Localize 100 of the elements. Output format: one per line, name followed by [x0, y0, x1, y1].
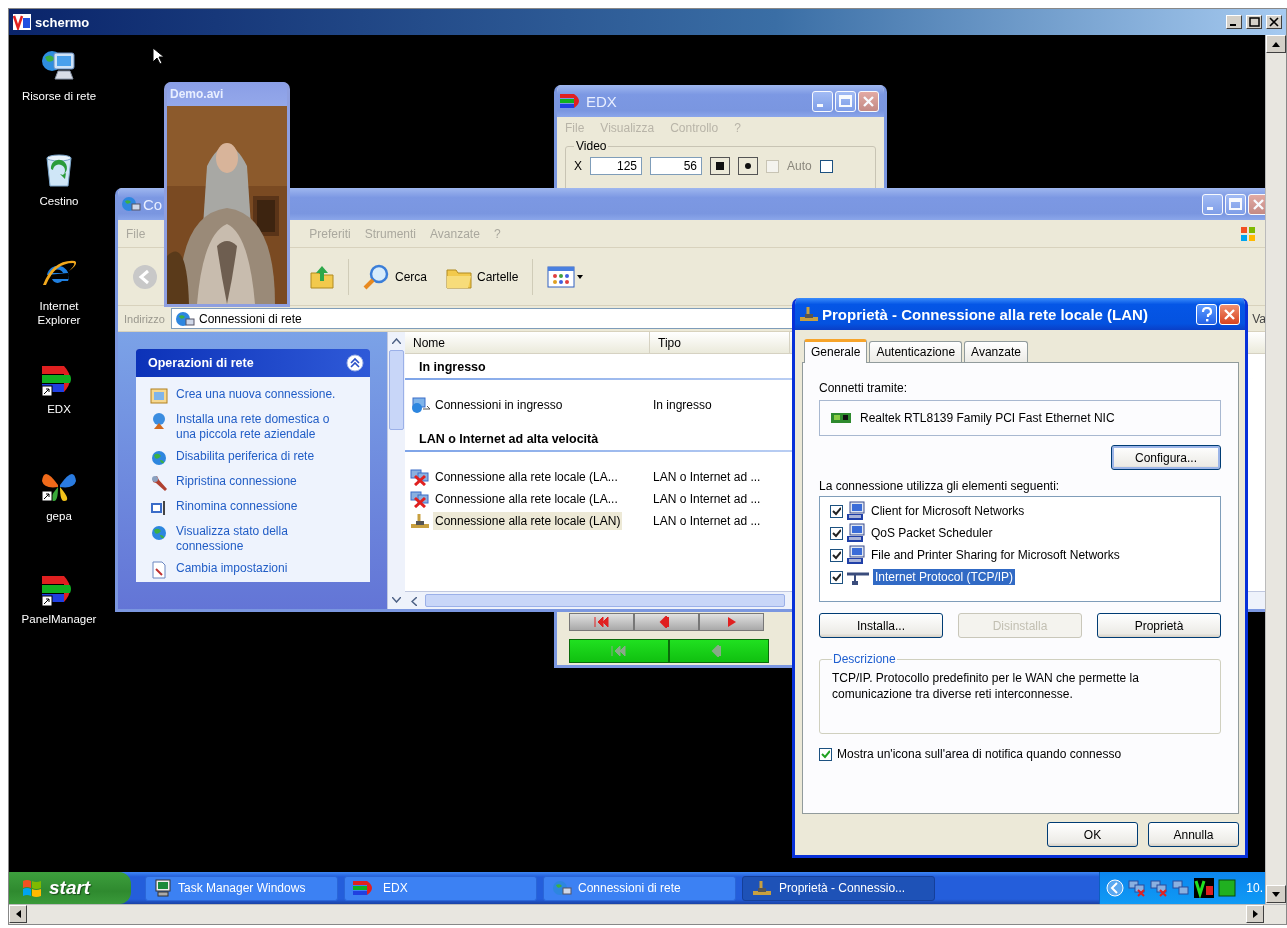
chevron-icon	[1106, 879, 1125, 897]
minimize-icon	[816, 103, 823, 107]
scroll-up-button[interactable]	[1266, 35, 1286, 53]
ok-button[interactable]: OK	[1047, 822, 1138, 847]
task-link[interactable]: Rinomina connessione	[176, 499, 346, 514]
scroll-right-button[interactable]	[1246, 905, 1264, 923]
panel-header: Operazioni di rete	[136, 349, 370, 377]
task-link[interactable]: Visualizza stato della connessione	[176, 524, 346, 554]
checkbox[interactable]	[819, 747, 832, 761]
start-button[interactable]: start	[9, 872, 131, 904]
media-button[interactable]	[699, 613, 764, 631]
desktop-icon-label[interactable]: gepa	[17, 509, 101, 523]
cancel-button[interactable]: Annulla	[1148, 822, 1239, 847]
list-item[interactable]: QoS Packet Scheduler	[869, 525, 995, 541]
table-cell-text: In ingresso	[652, 398, 712, 412]
recycle-bin-icon	[43, 152, 75, 188]
table-cell-text: LAN o Internet ad ...	[652, 470, 761, 484]
configure-button[interactable]: Configura...	[1111, 445, 1221, 470]
connection-item[interactable]: Connessione alla rete locale (LA...	[433, 468, 620, 486]
network-card-icon	[830, 411, 852, 425]
scrollbar-thumb[interactable]	[389, 350, 404, 430]
tab[interactable]: Generale	[804, 339, 868, 363]
network-globe-icon	[121, 195, 141, 213]
input-field[interactable]: 56	[650, 157, 702, 175]
network-globe-icon	[552, 879, 572, 897]
up-caret-icon	[1272, 41, 1280, 47]
list-item[interactable]: File and Printer Sharing for Microsoft Networks	[869, 547, 1122, 563]
tab[interactable]: Autenticazione	[869, 341, 963, 362]
check-icon	[821, 749, 830, 759]
maximize-button[interactable]	[1246, 15, 1262, 29]
action-button[interactable]: Installa...	[819, 613, 943, 638]
folders-button[interactable]: Cartelle	[441, 260, 523, 293]
window-title: Proprietà - Connessione alla rete locale (LAN)	[822, 305, 1149, 323]
dot-button[interactable]	[738, 157, 758, 175]
desktop-icon-label[interactable]: EDX	[17, 402, 101, 416]
wizard-icon	[150, 387, 168, 405]
list-item[interactable]: Internet Protocol (TCP/IP)	[873, 569, 1016, 585]
desktop-icon-label[interactable]: Cestino	[17, 194, 101, 208]
task-link[interactable]: Installa una rete domestica o una piccola rete aziendale	[176, 412, 346, 442]
desktop-icon-label[interactable]: Risorse di rete	[17, 89, 101, 103]
close-icon	[1268, 17, 1280, 27]
maximize-icon	[1248, 17, 1260, 27]
action-button[interactable]: Proprietà	[1097, 613, 1221, 638]
tab[interactable]: Avanzate	[964, 341, 1028, 362]
windows-flag-icon	[21, 878, 43, 898]
desktop-icon-label[interactable]: Internet Explorer	[17, 299, 101, 327]
search-icon	[363, 263, 391, 290]
window-title: schermo	[35, 14, 90, 30]
media-button[interactable]	[569, 613, 634, 631]
globe-icon	[150, 449, 168, 467]
task-link[interactable]: Ripristina connessione	[176, 474, 346, 489]
left-caret-icon	[15, 910, 21, 918]
checkbox[interactable]	[830, 570, 843, 584]
network-error-icon	[1150, 879, 1169, 897]
down-caret-icon	[392, 597, 401, 603]
scroll-down-button[interactable]	[1266, 885, 1286, 903]
taskbar-button[interactable]: EDX	[344, 875, 537, 901]
media-button[interactable]	[669, 639, 769, 663]
column-header[interactable]: Tipo	[650, 332, 790, 353]
description-text: TCP/IP. Protocollo predefinito per le WAN che permette la comunicazione tra diverse reti interconnesse.	[832, 670, 1140, 702]
minimize-button[interactable]	[1226, 15, 1242, 29]
monitor-icon	[154, 879, 172, 897]
task-link[interactable]: Cambia impostazioni	[176, 561, 346, 576]
network-cable-icon	[798, 305, 820, 323]
media-button[interactable]	[634, 613, 699, 631]
task-link[interactable]: Disabilita periferica di rete	[176, 449, 346, 464]
cursor-icon	[152, 47, 164, 65]
checkbox[interactable]	[830, 504, 843, 518]
connection-item[interactable]: Connessione alla rete locale (LA...	[433, 490, 620, 508]
taskbar-button[interactable]: Proprietà - Connessio...	[742, 875, 935, 901]
scrollbar-thumb[interactable]	[425, 594, 785, 607]
media-button[interactable]	[569, 639, 669, 663]
connection-item[interactable]: Connessione alla rete locale (LAN)	[433, 512, 623, 530]
minimize-icon	[1229, 24, 1236, 26]
input-field[interactable]: 125	[590, 157, 642, 175]
down-caret-icon	[1272, 891, 1280, 897]
ve-logo-icon	[13, 14, 31, 30]
taskbar-button[interactable]: Connessioni di rete	[543, 875, 736, 901]
close-button[interactable]	[1266, 15, 1282, 29]
network-cable-icon	[751, 879, 773, 897]
checkbox[interactable]	[819, 159, 833, 173]
network-icon	[1172, 879, 1191, 897]
rename-icon	[150, 499, 168, 517]
dot-icon	[745, 163, 751, 169]
checkbox[interactable]	[830, 548, 843, 562]
search-button[interactable]: Cerca	[359, 260, 431, 293]
minimize-icon	[1206, 206, 1213, 210]
list-item[interactable]: Client for Microsoft Networks	[869, 503, 1027, 519]
check-icon	[832, 528, 841, 538]
help-button[interactable]	[1196, 303, 1217, 325]
field-label: La connessione utilizza gli elementi seguenti:	[819, 479, 1061, 493]
task-link[interactable]: Crea una nuova connessione.	[176, 387, 346, 402]
incoming-connection-icon	[409, 396, 431, 414]
checkbox[interactable]	[830, 526, 843, 540]
scroll-left-button[interactable]	[9, 905, 27, 923]
square-button[interactable]	[710, 157, 730, 175]
column-header[interactable]: Nome	[405, 332, 650, 353]
connection-item[interactable]: Connessioni in ingresso	[433, 396, 565, 414]
desktop-icon-label[interactable]: PanelManager	[17, 612, 101, 626]
taskbar-button[interactable]: Task Manager Windows	[145, 875, 338, 901]
